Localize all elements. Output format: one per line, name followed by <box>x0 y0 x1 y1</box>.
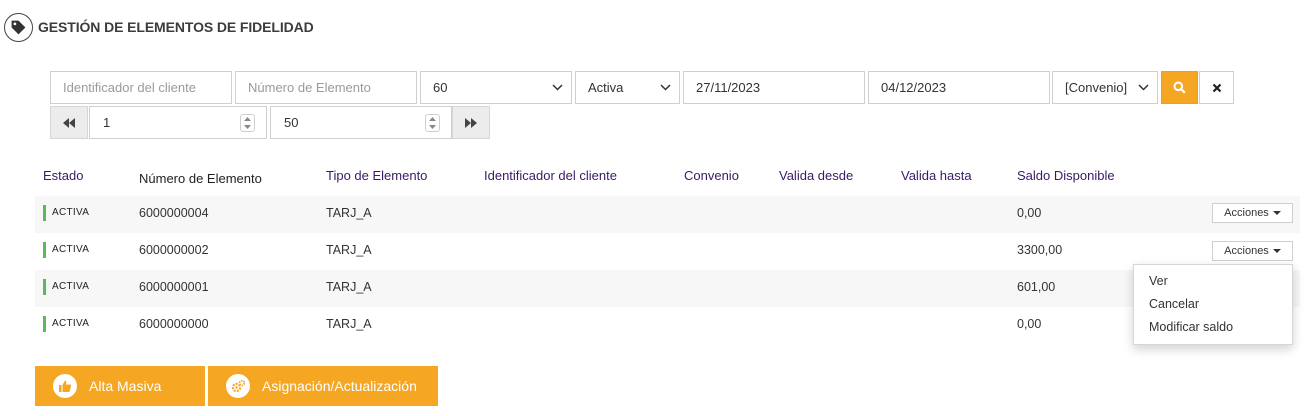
agreement-value: [Convenio] <box>1065 80 1128 95</box>
client-id-placeholder: Identificador del cliente <box>63 80 196 95</box>
balance: 0,00 <box>1017 206 1042 220</box>
page-size-input[interactable]: 50 <box>270 106 452 139</box>
element-number: 6000000000 <box>139 317 209 331</box>
header-estado[interactable]: Estado <box>43 168 83 183</box>
client-id-input[interactable]: Identificador del cliente <box>50 71 232 104</box>
status-badge: ACTIVA <box>43 242 89 258</box>
actions-dropdown-menu: Ver Cancelar Modificar saldo <box>1133 264 1293 345</box>
element-number: 6000000004 <box>139 206 209 220</box>
element-type: TARJ_A <box>326 243 372 257</box>
status-select[interactable]: Activa <box>575 71 680 104</box>
gears-icon <box>226 374 250 398</box>
balance: 601,00 <box>1017 280 1056 294</box>
element-number: 6000000002 <box>139 243 209 257</box>
actions-label: Acciones <box>1224 207 1269 219</box>
element-type: TARJ_A <box>326 317 372 331</box>
clear-button[interactable] <box>1199 71 1234 104</box>
page-title: GESTIÓN DE ELEMENTOS DE FIDELIDAD <box>38 19 314 35</box>
chevron-down-icon <box>552 84 563 91</box>
double-chevron-right-icon <box>465 117 477 128</box>
menu-item-ver[interactable]: Ver <box>1134 273 1292 296</box>
caret-down-icon <box>1272 211 1281 215</box>
page-size-value: 60 <box>433 80 448 95</box>
table-row[interactable]: ACTIVA 6000000000 TARJ_A 0,00 <box>35 307 1300 344</box>
mass-upload-label: Alta Masiva <box>89 378 162 394</box>
date-from-input[interactable]: 27/11/2023 <box>683 71 865 104</box>
search-button[interactable] <box>1161 71 1198 104</box>
header-numero[interactable]: Número de Elemento <box>139 171 262 186</box>
page-number-input[interactable]: 1 <box>89 106 267 139</box>
date-to-input[interactable]: 04/12/2023 <box>868 71 1050 104</box>
chevron-down-icon <box>1138 84 1149 91</box>
caret-down-icon <box>1272 249 1281 253</box>
actions-button[interactable]: Acciones <box>1212 203 1293 223</box>
page-size-select[interactable]: 60 <box>420 71 572 104</box>
chevron-down-icon <box>660 84 671 91</box>
assignment-button[interactable]: Asignación/Actualización <box>208 366 438 406</box>
header-convenio[interactable]: Convenio <box>684 168 739 183</box>
status-value: Activa <box>588 80 624 95</box>
header-desde[interactable]: Valida desde <box>779 168 853 183</box>
header-saldo[interactable]: Saldo Disponible <box>1017 168 1115 183</box>
mass-upload-button[interactable]: Alta Masiva <box>35 366 205 406</box>
element-number-input[interactable]: Número de Elemento <box>235 71 417 104</box>
page-number-value: 1 <box>103 115 111 130</box>
prev-page-button[interactable] <box>50 106 88 139</box>
double-chevron-left-icon <box>63 117 75 128</box>
search-icon <box>1173 81 1186 94</box>
balance: 3300,00 <box>1017 243 1063 257</box>
header-hasta[interactable]: Valida hasta <box>901 168 972 183</box>
element-type: TARJ_A <box>326 206 372 220</box>
element-type: TARJ_A <box>326 280 372 294</box>
date-to-value: 04/12/2023 <box>881 80 947 95</box>
date-from-value: 27/11/2023 <box>696 80 761 95</box>
status-badge: ACTIVA <box>43 316 89 332</box>
element-number-placeholder: Número de Elemento <box>248 80 371 95</box>
tag-icon <box>4 12 33 42</box>
table-row[interactable]: ACTIVA 6000000004 TARJ_A 0,00 Acciones <box>35 196 1300 233</box>
close-icon <box>1212 83 1221 92</box>
status-badge: ACTIVA <box>43 205 89 221</box>
menu-item-cancelar[interactable]: Cancelar <box>1134 296 1292 319</box>
actions-button[interactable]: Acciones <box>1212 241 1293 261</box>
next-page-button[interactable] <box>452 106 490 139</box>
header-cliente[interactable]: Identificador del cliente <box>484 168 617 183</box>
header-tipo[interactable]: Tipo de Elemento <box>326 168 427 183</box>
actions-label: Acciones <box>1224 245 1269 257</box>
table-row[interactable]: ACTIVA 6000000001 TARJ_A 601,00 <box>35 270 1300 307</box>
page-header: GESTIÓN DE ELEMENTOS DE FIDELIDAD <box>4 12 314 42</box>
agreement-select[interactable]: [Convenio] <box>1052 71 1158 104</box>
page-size-input-value: 50 <box>284 115 299 130</box>
assignment-label: Asignación/Actualización <box>262 378 417 394</box>
thumbs-up-icon <box>53 374 77 398</box>
spinner-arrows[interactable] <box>240 114 255 132</box>
table-row[interactable]: ACTIVA 6000000002 TARJ_A 3300,00 Accione… <box>35 233 1300 270</box>
spinner-arrows[interactable] <box>425 114 440 132</box>
element-number: 6000000001 <box>139 280 209 294</box>
balance: 0,00 <box>1017 317 1042 331</box>
menu-item-modificar-saldo[interactable]: Modificar saldo <box>1134 319 1292 342</box>
status-badge: ACTIVA <box>43 279 89 295</box>
